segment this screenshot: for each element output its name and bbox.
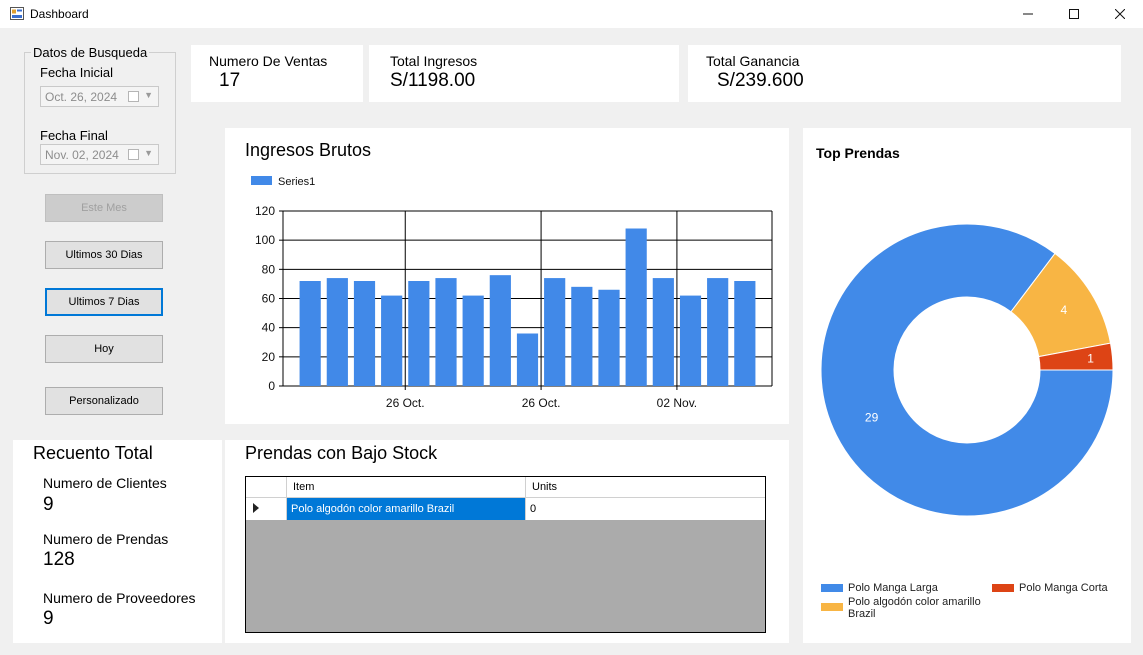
bar [571, 286, 593, 386]
close-button[interactable] [1097, 0, 1143, 28]
bar [489, 275, 511, 386]
start-date-label: Fecha Inicial [40, 65, 113, 80]
kpi-ganancia-panel: Total Ganancia S/239.600 [688, 45, 1121, 102]
legend-swatch-series1 [251, 176, 272, 185]
slice-value-label: 4 [1060, 303, 1067, 317]
app-icon [10, 7, 24, 20]
chevron-down-icon: ▼ [144, 148, 153, 158]
bajo-stock-title: Prendas con Bajo Stock [245, 443, 438, 463]
y-tick-label: 80 [262, 262, 276, 276]
bar [652, 278, 674, 386]
y-tick-label: 40 [262, 321, 276, 335]
kpi-ingresos-panel: Total Ingresos S/1198.00 [369, 45, 679, 102]
minimize-icon [1023, 13, 1033, 15]
legend-label-manga-corta: Polo Manga Corta [1019, 582, 1108, 594]
prendas-label: Numero de Prendas [43, 531, 169, 547]
legend-label-amarillo-brazil: Polo algodón color amarillo Brazil [848, 596, 981, 620]
chevron-down-icon: ▼ [144, 90, 153, 100]
kpi-ganancia-value: S/239.600 [717, 70, 804, 91]
maximize-icon [1069, 9, 1079, 19]
x-tick-label: 26 Oct. [522, 396, 561, 410]
bar [299, 281, 321, 386]
bar [353, 281, 376, 386]
row-header[interactable] [246, 498, 287, 520]
proveedores-label: Numero de Proveedores [43, 590, 196, 606]
bar [598, 289, 620, 386]
close-icon [1115, 9, 1125, 19]
recuento-total-panel: Recuento Total Numero de Clientes 9 Nume… [13, 440, 222, 643]
bar [326, 278, 348, 386]
x-tick-label: 02 Nov. [657, 396, 697, 410]
prendas-value: 128 [43, 549, 75, 570]
kpi-ventas-panel: Numero De Ventas 17 [191, 45, 363, 102]
bar [381, 295, 403, 386]
bar [435, 278, 457, 386]
clientes-value: 9 [43, 494, 54, 515]
legend-label-manga-larga: Polo Manga Larga [848, 582, 938, 594]
start-date-value: Oct. 26, 2024 [45, 90, 118, 104]
bar [544, 278, 566, 386]
kpi-ventas-label: Numero De Ventas [209, 53, 328, 69]
grid-header: Item Units [246, 477, 765, 498]
end-date-label: Fecha Final [40, 128, 108, 143]
bar [734, 281, 756, 386]
hoy-button[interactable]: Hoy [45, 335, 163, 363]
end-date-picker[interactable]: Nov. 02, 2024 ▼ [40, 144, 159, 165]
proveedores-value: 9 [43, 608, 54, 629]
y-tick-label: 20 [262, 350, 276, 364]
personalizado-button[interactable]: Personalizado [45, 387, 163, 415]
legend-swatch-manga-larga [821, 584, 843, 592]
kpi-ganancia-label: Total Ganancia [706, 53, 800, 69]
cell-item[interactable]: Polo algodón color amarillo Brazil [287, 498, 526, 520]
calendar-icon [128, 91, 139, 102]
bar [707, 278, 729, 386]
y-tick-label: 100 [255, 233, 275, 247]
column-header-units[interactable]: Units [526, 477, 765, 498]
bar [625, 228, 647, 386]
ultimos-7-dias-button[interactable]: Ultimos 7 Dias [45, 288, 163, 316]
legend-label-series1: Series1 [278, 176, 315, 188]
bar [679, 295, 702, 386]
current-row-icon [253, 503, 259, 513]
table-row[interactable]: Polo algodón color amarillo Brazil 0 [246, 498, 765, 520]
slice-value-label: 1 [1087, 352, 1094, 366]
column-header-item[interactable]: Item [287, 477, 526, 498]
end-date-value: Nov. 02, 2024 [45, 148, 119, 162]
title-bar: Dashboard [0, 0, 1143, 28]
grid-corner [246, 477, 287, 498]
legend-swatch-manga-corta [992, 584, 1014, 592]
slice-value-label: 29 [865, 411, 879, 425]
ingresos-bar-chart: Series1 0 20 40 60 80 100 120 26 Oct. 26 Oct. 02 N… [251, 176, 773, 410]
maximize-button[interactable] [1051, 0, 1097, 28]
ultimos-30-dias-button[interactable]: Ultimos 30 Dias [45, 241, 163, 269]
calendar-icon [128, 149, 139, 160]
x-tick-label: 26 Oct. [386, 396, 425, 410]
legend-swatch-amarillo-brazil [821, 603, 843, 611]
minimize-button[interactable] [1005, 0, 1051, 28]
y-tick-label: 0 [268, 379, 275, 393]
top-prendas-donut-chart: 29 4 1 [820, 223, 1114, 517]
kpi-ventas-value: 17 [219, 70, 241, 91]
este-mes-button[interactable]: Este Mes [45, 194, 163, 222]
bar [516, 333, 539, 386]
bar [462, 295, 484, 386]
bajo-stock-grid[interactable]: Item Units Polo algodón color amarillo B… [245, 476, 766, 633]
recuento-title: Recuento Total [33, 443, 153, 463]
kpi-ingresos-value: S/1198.00 [390, 70, 476, 91]
start-date-picker[interactable]: Oct. 26, 2024 ▼ [40, 86, 159, 107]
search-group-title: Datos de Busqueda [31, 45, 150, 60]
bar [408, 281, 430, 386]
y-tick-label: 120 [255, 204, 275, 218]
window-title: Dashboard [30, 7, 89, 21]
clientes-label: Numero de Clientes [43, 475, 167, 491]
cell-units[interactable]: 0 [526, 498, 765, 520]
y-tick-label: 60 [262, 292, 276, 306]
kpi-ingresos-label: Total Ingresos [390, 53, 478, 69]
